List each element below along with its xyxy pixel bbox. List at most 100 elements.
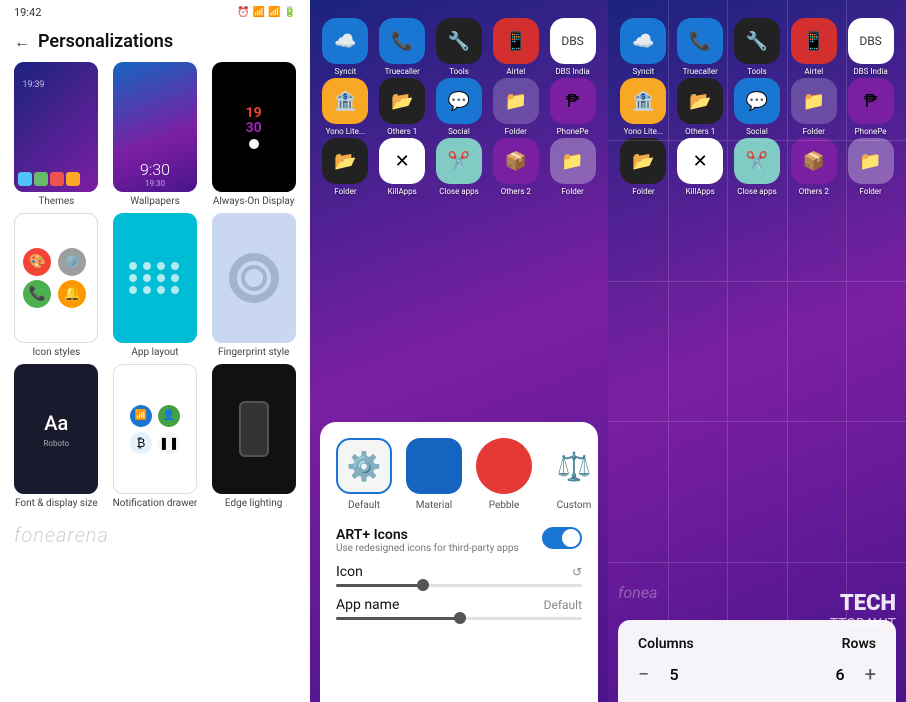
- list-item[interactable]: ✂️ Close apps: [434, 138, 485, 196]
- yono-icon: 🏦: [322, 78, 368, 124]
- app-layout-thumbnail: [113, 213, 197, 343]
- list-item[interactable]: 📂 Folder: [320, 138, 371, 196]
- columns-decrement[interactable]: −: [638, 662, 649, 686]
- list-item[interactable]: 🏦 Yono Lite...: [320, 78, 371, 136]
- style-option-custom[interactable]: ⚖️ Custom: [546, 438, 602, 511]
- edge-phone: [239, 401, 269, 457]
- list-item[interactable]: 📁 Folder: [490, 78, 541, 136]
- style-option-material[interactable]: Material: [406, 438, 462, 511]
- nav-bar: ← Personalizations: [0, 25, 310, 56]
- app-layout-label: App layout: [131, 347, 178, 358]
- material-style-label: Material: [416, 500, 452, 511]
- list-item[interactable]: ₱ PhonePe: [547, 78, 598, 136]
- default-style-icon: ⚙️: [336, 438, 392, 494]
- art-icons-toggle[interactable]: [542, 527, 582, 549]
- back-button[interactable]: ←: [14, 32, 30, 52]
- others2-icon: 📦: [493, 138, 539, 184]
- brand-tech: TECH: [830, 591, 896, 616]
- fingerprint-icon: [229, 253, 279, 303]
- font-name: Roboto: [44, 439, 70, 448]
- columns-counter: − 5: [638, 662, 679, 686]
- phonepe-icon: ₱: [550, 78, 596, 124]
- art-icons-title: ART+ Icons: [336, 527, 519, 543]
- folder3-icon: 📁: [550, 138, 596, 184]
- rows-label: Rows: [842, 636, 876, 652]
- bars-icon: ❚❚: [158, 432, 180, 454]
- battery-icon: 🔋: [284, 7, 296, 18]
- material-style-icon: [406, 438, 462, 494]
- icon-styles-thumbnail: 🎨 ⚙️ 📞 🔔: [14, 213, 98, 343]
- aod-indicator: [249, 139, 259, 149]
- col-row-controls: − 5 6 +: [638, 662, 876, 686]
- list-item[interactable]: 📦 Others 2: [490, 138, 541, 196]
- font-item[interactable]: Aa Roboto Font & display size: [10, 364, 103, 509]
- toggle-knob: [562, 529, 580, 547]
- notification-item[interactable]: 📶 👤 ₿ ❚❚ Notification drawer: [109, 364, 202, 509]
- folder2-icon: 📂: [322, 138, 368, 184]
- fonearena-watermark: fonearena: [0, 515, 310, 555]
- truecaller-icon: 📞: [379, 18, 425, 64]
- others1-icon: 📂: [379, 78, 425, 124]
- icon-slider-thumb[interactable]: [417, 579, 429, 591]
- icon-slider-track[interactable]: [336, 584, 582, 587]
- left-panel: 19:42 ⏰ 📶 📶 🔋 ← Personalizations 19:39: [0, 0, 310, 702]
- font-thumbnail: Aa Roboto: [14, 364, 98, 494]
- default-style-label: Default: [348, 500, 380, 511]
- is-icon-orange: 🔔: [58, 280, 86, 308]
- icon-styles-label: Icon styles: [32, 347, 80, 358]
- airtel-icon: 📱: [493, 18, 539, 64]
- page-title: Personalizations: [38, 31, 173, 52]
- style-option-default[interactable]: ⚙️ Default: [336, 438, 392, 511]
- sim-icon: 📶: [253, 7, 265, 18]
- aod-item[interactable]: 19 30 Always-On Display: [207, 62, 300, 207]
- aod-label: Always-On Display: [213, 196, 295, 207]
- columns-label: Columns: [638, 636, 694, 652]
- icon-reset[interactable]: ↺: [572, 565, 582, 579]
- icon-styles-item[interactable]: 🎨 ⚙️ 📞 🔔 Icon styles: [10, 213, 103, 358]
- personalization-grid: 19:39 Themes 9:30 19:30 Wallpapers: [0, 56, 310, 515]
- fingerprint-item[interactable]: Fingerprint style: [207, 213, 300, 358]
- rows-counter: 6 +: [836, 662, 876, 686]
- aod-red: 19: [246, 106, 262, 120]
- style-selector-row: ⚙️ Default Material Pebble ⚖️ Custom: [336, 438, 582, 511]
- edge-label: Edge lighting: [225, 498, 282, 509]
- list-item[interactable]: 🔧 Tools: [434, 18, 485, 76]
- mid-watermark: fonearena: [320, 673, 390, 692]
- pebble-style-label: Pebble: [489, 500, 520, 511]
- fingerprint-thumbnail: [212, 213, 296, 343]
- app-name-slider-track[interactable]: [336, 617, 582, 620]
- icon-setting-label: Icon: [336, 564, 363, 580]
- app-name-setting-row: App name Default: [336, 597, 582, 613]
- rows-value: 6: [836, 665, 845, 684]
- fingerprint-label: Fingerprint style: [218, 347, 289, 358]
- style-option-pebble[interactable]: Pebble: [476, 438, 532, 511]
- themes-item[interactable]: 19:39 Themes: [10, 62, 103, 207]
- list-item[interactable]: 📂 Others 1: [377, 78, 428, 136]
- list-item[interactable]: 📱 Airtel: [490, 18, 541, 76]
- list-item[interactable]: 📁 Folder: [547, 138, 598, 196]
- list-item[interactable]: ☁️ Syncit: [320, 18, 371, 76]
- list-item[interactable]: 📞 Truecaller: [377, 18, 428, 76]
- edge-thumbnail: [212, 364, 296, 494]
- list-item[interactable]: ✕ KillApps: [377, 138, 428, 196]
- wallpapers-item[interactable]: 9:30 19:30 Wallpapers: [109, 62, 202, 207]
- thumb-time: 19:39: [22, 80, 44, 90]
- columns-value: 5: [669, 665, 678, 684]
- rows-increment[interactable]: +: [865, 662, 876, 686]
- themes-label: Themes: [38, 196, 74, 207]
- edge-item[interactable]: Edge lighting: [207, 364, 300, 509]
- notification-label: Notification drawer: [113, 498, 198, 509]
- dot-grid: [129, 262, 181, 294]
- list-item[interactable]: DBS DBS India: [547, 18, 598, 76]
- custom-style-label: Custom: [557, 500, 592, 511]
- alarm-icon: ⏰: [237, 7, 249, 18]
- tools-icon: 🔧: [436, 18, 482, 64]
- notification-thumbnail: 📶 👤 ₿ ❚❚: [113, 364, 197, 494]
- app-name-slider-thumb[interactable]: [454, 612, 466, 624]
- mid-app-grid: ☁️ Syncit 📞 Truecaller 🔧 Tools 📱 Airtel …: [310, 0, 608, 196]
- list-item[interactable]: 💬 Social: [434, 78, 485, 136]
- app-layout-item[interactable]: App layout: [109, 213, 202, 358]
- col-row-title-row: Columns Rows: [638, 636, 876, 652]
- icon-setting-row: Icon ↺: [336, 564, 582, 580]
- dbs-icon: DBS: [550, 18, 596, 64]
